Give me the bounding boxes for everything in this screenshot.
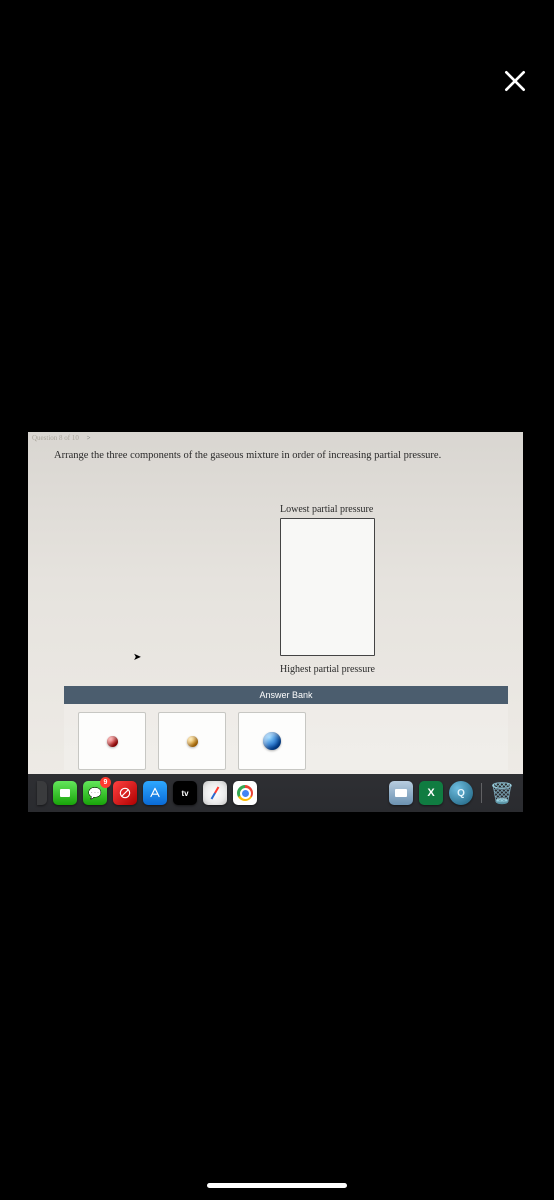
dock-item-appletv[interactable]: tv (173, 781, 197, 805)
dock-item-trash[interactable]: 🗑️ (490, 781, 514, 805)
answer-bank (64, 704, 508, 770)
dock-item-quicktime[interactable] (449, 781, 473, 805)
close-icon (502, 68, 528, 94)
answer-bank-header: Answer Bank (64, 686, 508, 704)
home-indicator[interactable] (207, 1183, 347, 1188)
highest-pressure-label: Highest partial pressure (280, 664, 375, 675)
embedded-screenshot: Question 8 of 10 > Arrange the three com… (28, 432, 523, 812)
appstore-a-icon (148, 786, 162, 800)
question-number: Question 8 of 10 (32, 434, 79, 442)
question-indicator: Question 8 of 10 > (28, 432, 95, 444)
answer-bank-item-blue[interactable] (238, 712, 306, 770)
appletv-label: tv (181, 789, 188, 798)
cursor-pointer-icon: ➤ (133, 652, 141, 663)
dock-item-appstore[interactable] (143, 781, 167, 805)
mac-dock: 9 tv 🗑️ (28, 774, 523, 812)
close-button[interactable] (502, 68, 528, 94)
blue-sphere-icon (263, 732, 281, 750)
answer-bank-item-orange[interactable] (158, 712, 226, 770)
dock-divider (481, 783, 482, 803)
lowest-pressure-label: Lowest partial pressure (280, 504, 373, 515)
dock-item-excel[interactable] (419, 781, 443, 805)
question-prompt: Arrange the three components of the gase… (54, 450, 441, 461)
dock-item-utility[interactable] (113, 781, 137, 805)
dock-item-partial[interactable] (37, 781, 47, 805)
orange-sphere-icon (187, 736, 198, 747)
messages-badge: 9 (100, 777, 111, 788)
ordering-drop-zone[interactable] (280, 518, 375, 656)
dock-item-facetime[interactable] (53, 781, 77, 805)
dock-item-safari[interactable] (203, 781, 227, 805)
answer-bank-item-red[interactable] (78, 712, 146, 770)
breadcrumb-arrow: > (87, 434, 91, 442)
chrome-icon (237, 785, 253, 801)
no-symbol-icon (118, 786, 132, 800)
dock-item-chrome[interactable] (233, 781, 257, 805)
red-sphere-icon (107, 736, 118, 747)
dock-item-messages[interactable]: 9 (83, 781, 107, 805)
trash-icon: 🗑️ (490, 781, 515, 806)
dock-item-preview[interactable] (389, 781, 413, 805)
